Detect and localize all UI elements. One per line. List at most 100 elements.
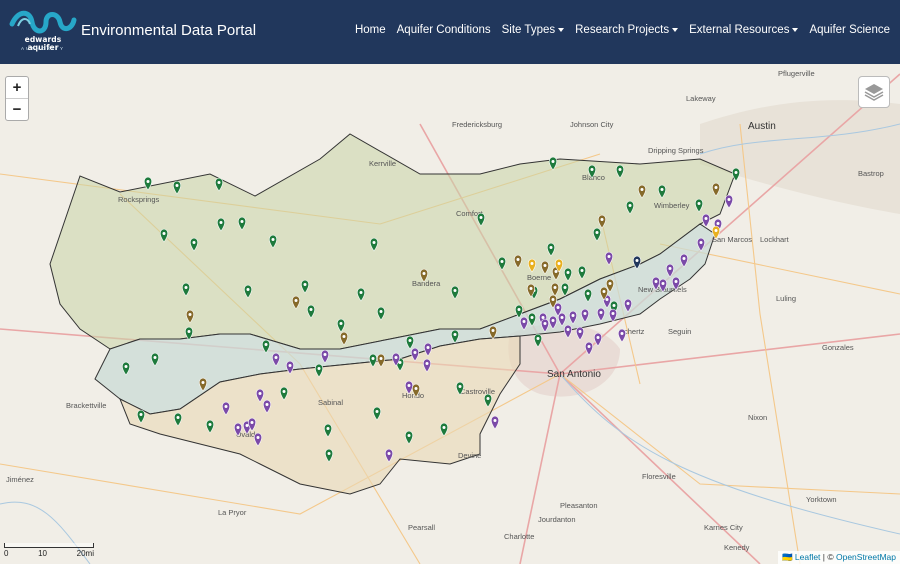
nav-home[interactable]: Home — [355, 24, 386, 36]
nav-research-projects[interactable]: Research Projects — [575, 24, 679, 36]
site-marker-dot — [595, 231, 599, 234]
site-marker-dot — [379, 357, 383, 360]
layers-button[interactable] — [858, 76, 890, 108]
site-marker-dot — [560, 316, 564, 319]
site-marker-dot — [557, 262, 561, 265]
site-marker-dot — [413, 351, 417, 354]
site-marker-dot — [422, 272, 426, 275]
site-marker-dot — [192, 241, 196, 244]
place-label: Austin — [748, 121, 776, 132]
nav-research-projects-label: Research Projects — [575, 24, 670, 36]
site-marker-dot — [612, 304, 616, 307]
nav-aquifer-science-label: Aquifer Science — [809, 24, 890, 36]
scale-bar — [4, 543, 94, 548]
site-marker-dot — [224, 405, 228, 408]
leaflet-link[interactable]: 🇺🇦 Leaflet — [782, 552, 820, 562]
site-marker-dot — [240, 220, 244, 223]
site-marker-dot — [479, 216, 483, 219]
site-marker-dot — [522, 320, 526, 323]
nav-aquifer-conditions[interactable]: Aquifer Conditions — [397, 24, 491, 36]
site-marker-dot — [607, 255, 611, 258]
nav-external-resources[interactable]: External Resources — [689, 24, 799, 36]
site-marker-dot — [626, 302, 630, 305]
map-view[interactable]: Pflugerville Lakeway Austin Fredericksbu… — [0, 64, 900, 564]
site-marker-dot — [734, 171, 738, 174]
logo-subtitle: AUTHORITY — [20, 46, 65, 51]
place-label: Pleasanton — [560, 501, 598, 510]
edwards-aquifer-logo[interactable]: edwards aquifer AUTHORITY — [8, 10, 78, 54]
place-label: Fredericksburg — [452, 120, 502, 129]
zoom-control: + − — [5, 76, 29, 121]
site-marker-dot — [425, 362, 429, 365]
site-marker-dot — [379, 310, 383, 313]
nav-site-types-label: Site Types — [501, 24, 556, 36]
map-canvas[interactable]: Pflugerville Lakeway Austin Fredericksbu… — [0, 64, 900, 564]
site-marker-dot — [236, 426, 240, 429]
scale-label: 10 — [38, 549, 47, 558]
site-marker-dot — [407, 384, 411, 387]
site-marker-dot — [704, 217, 708, 220]
nav-home-label: Home — [354, 24, 386, 36]
openstreetmap-link[interactable]: OpenStreetMap — [836, 552, 896, 562]
site-marker-dot — [596, 336, 600, 339]
site-marker-dot — [265, 403, 269, 406]
site-marker-dot — [549, 246, 553, 249]
place-label: Johnson City — [570, 120, 614, 129]
place-label: Kenedy — [724, 543, 750, 552]
site-marker-dot — [394, 356, 398, 359]
site-marker-dot — [342, 335, 346, 338]
site-marker-dot — [640, 188, 644, 191]
site-marker-dot — [551, 160, 555, 163]
attribution-separator: | © — [820, 552, 836, 562]
navbar: edwards aquifer AUTHORITY Environmental … — [0, 0, 900, 64]
site-marker-dot — [716, 222, 720, 225]
site-marker-dot — [530, 262, 534, 265]
site-marker-dot — [256, 436, 260, 439]
site-marker-dot — [453, 333, 457, 336]
site-marker-dot — [699, 241, 703, 244]
app-title[interactable]: Environmental Data Portal — [81, 22, 256, 39]
zoom-out-button[interactable]: − — [6, 98, 28, 120]
site-marker-dot — [578, 330, 582, 333]
place-label: Bastrop — [858, 169, 884, 178]
site-marker-dot — [175, 184, 179, 187]
site-marker-dot — [554, 270, 558, 273]
site-marker-dot — [264, 343, 268, 346]
place-label: Floresville — [642, 472, 676, 481]
site-marker-dot — [271, 238, 275, 241]
site-marker-dot — [442, 426, 446, 429]
site-marker-dot — [323, 353, 327, 356]
site-marker-dot — [124, 365, 128, 368]
site-marker-dot — [600, 218, 604, 221]
site-marker-dot — [486, 397, 490, 400]
site-marker-dot — [309, 308, 313, 311]
nav-site-types[interactable]: Site Types — [502, 24, 565, 36]
place-label: Nixon — [748, 413, 767, 422]
site-marker-dot — [529, 287, 533, 290]
site-marker-dot — [326, 427, 330, 430]
site-marker-dot — [543, 322, 547, 325]
place-label: Devine — [458, 451, 481, 460]
site-marker-dot — [453, 289, 457, 292]
place-label: Wimberley — [654, 201, 690, 210]
site-marker-dot — [208, 423, 212, 426]
site-marker-dot — [727, 198, 731, 201]
place-label: Yorktown — [806, 495, 837, 504]
site-marker-dot — [458, 385, 462, 388]
site-marker-dot — [246, 288, 250, 291]
site-marker-dot — [414, 387, 418, 390]
place-label: Kerrville — [369, 159, 396, 168]
site-marker-dot — [682, 257, 686, 260]
site-marker-dot — [566, 271, 570, 274]
site-marker-dot — [674, 280, 678, 283]
site-marker-dot — [714, 229, 718, 232]
site-marker-dot — [541, 316, 545, 319]
nav-aquifer-science[interactable]: Aquifer Science — [809, 24, 890, 36]
nav-aquifer-conditions-label: Aquifer Conditions — [396, 24, 491, 36]
zoom-in-button[interactable]: + — [6, 77, 28, 98]
site-marker-dot — [566, 328, 570, 331]
place-label: Seguin — [668, 327, 691, 336]
place-label: Luling — [776, 294, 796, 303]
site-marker-dot — [586, 292, 590, 295]
site-marker-dot — [187, 330, 191, 333]
